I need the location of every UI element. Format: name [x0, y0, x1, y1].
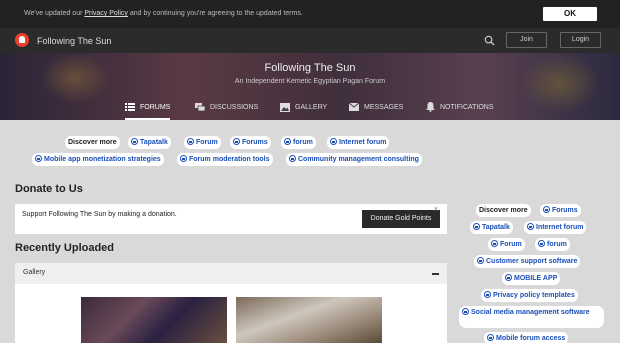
tag-chip-label: Forums — [552, 207, 578, 214]
tag-chip[interactable]: Forum moderation tools — [177, 153, 273, 166]
gallery-label: Gallery — [23, 269, 46, 276]
discover-more-label: Discover more — [476, 204, 531, 217]
tag-chip-label: Mobile forum access — [496, 335, 566, 342]
bell-icon — [426, 102, 435, 113]
tag-chip-label: Community management consulting — [298, 156, 419, 163]
tab-gallery[interactable]: GALLERY — [280, 95, 327, 120]
tab-notifications[interactable]: NOTIFICATIONS — [426, 95, 494, 120]
tag-chip[interactable]: forum — [535, 238, 570, 251]
plus-circle-icon — [477, 257, 484, 264]
envelope-icon — [349, 103, 359, 112]
plus-circle-icon — [538, 240, 545, 247]
plus-circle-icon — [473, 223, 480, 230]
plus-circle-icon — [180, 155, 187, 162]
tag-chip-label: Tapatalk — [140, 139, 168, 146]
cookie-text: We've updated our Privacy Policy and by … — [24, 10, 303, 17]
tag-chip[interactable]: Tapatalk — [470, 221, 513, 234]
tab-discussions-label: DISCUSSIONS — [210, 104, 259, 111]
plus-circle-icon — [487, 334, 494, 341]
image-icon — [280, 102, 290, 112]
tag-chip-label: Forum — [196, 139, 218, 146]
tag-chip-label: Mobile app monetization strategies — [44, 156, 161, 163]
tag-chip[interactable]: Community management consulting — [286, 153, 422, 166]
gallery-thumbnail[interactable] — [81, 297, 227, 343]
plus-circle-icon — [35, 155, 42, 162]
plus-circle-icon — [330, 138, 337, 145]
tab-forums-label: FORUMS — [140, 104, 171, 111]
tag-chip[interactable]: Privacy policy templates — [481, 289, 578, 302]
join-button[interactable]: Join — [506, 32, 547, 48]
tag-chip-label: Privacy policy templates — [493, 292, 575, 299]
tab-messages-label: MESSAGES — [364, 104, 404, 111]
chat-icon — [195, 102, 205, 112]
tag-chip[interactable]: Forum — [488, 238, 525, 251]
tag-chip[interactable]: Customer support software — [474, 255, 581, 268]
tag-chip[interactable]: forum — [281, 136, 316, 149]
banner-subtitle: An Independent Kemetic Egyptian Pagan Fo… — [234, 78, 386, 85]
gallery-thumbnails — [15, 284, 447, 343]
collapse-icon[interactable] — [432, 273, 439, 275]
gallery-header[interactable]: Gallery — [15, 263, 447, 284]
tag-chip[interactable]: Social media management software — [459, 306, 604, 328]
tag-chip-label: Internet forum — [536, 224, 584, 231]
tag-chip[interactable]: Forums — [540, 204, 581, 217]
tag-chip[interactable]: MOBILE APP — [502, 272, 561, 285]
gallery-thumbnail[interactable] — [236, 297, 382, 343]
privacy-policy-link[interactable]: Privacy Policy — [84, 10, 128, 17]
search-icon[interactable] — [484, 35, 495, 46]
tag-chip[interactable]: Internet forum — [524, 221, 587, 234]
tag-chip[interactable]: Mobile app monetization strategies — [32, 153, 164, 166]
banner-title: Following The Sun — [264, 62, 356, 74]
forum-tabs: FORUMS DISCUSSIONS GALLERY MESSAGES NOTI… — [0, 95, 620, 120]
recently-uploaded-title: Recently Uploaded — [15, 242, 115, 254]
close-icon[interactable]: x — [434, 206, 438, 213]
cookie-ok-button[interactable]: OK — [543, 7, 597, 21]
plus-circle-icon — [505, 274, 512, 281]
cookie-text-before: We've updated our — [24, 10, 85, 17]
tag-chip[interactable]: Tapatalk — [128, 136, 171, 149]
tag-chip-label: Social media management software — [471, 309, 590, 316]
tag-chip-label: Forum moderation tools — [189, 156, 270, 163]
tag-chip-label: Customer support software — [486, 258, 578, 265]
tag-chip[interactable]: Forums — [230, 136, 271, 149]
donate-title: Donate to Us — [15, 183, 83, 195]
tab-discussions[interactable]: DISCUSSIONS — [195, 95, 258, 120]
plus-circle-icon — [284, 138, 291, 145]
top-navigation: Following The Sun Join Login — [0, 28, 620, 53]
tab-messages[interactable]: MESSAGES — [349, 95, 403, 120]
discover-more-label: Discover more — [65, 136, 120, 149]
tab-forums[interactable]: FORUMS — [125, 95, 171, 120]
tag-chip-label: MOBILE APP — [514, 275, 558, 282]
tag-chip[interactable]: Internet forum — [327, 136, 390, 149]
tag-chip[interactable]: Mobile forum access — [484, 332, 569, 343]
donate-gold-points-button[interactable]: Donate Gold Points — [362, 210, 440, 228]
plus-circle-icon — [491, 240, 498, 247]
plus-circle-icon — [543, 206, 550, 213]
plus-circle-icon — [527, 223, 534, 230]
tag-chip-label: Forum — [500, 241, 522, 248]
tag-chip-label: forum — [547, 241, 567, 248]
tag-chip-label: Internet forum — [339, 139, 387, 146]
cookie-text-after: and by continuing you're agreeing to the… — [127, 10, 303, 17]
site-logo-icon[interactable] — [15, 33, 29, 47]
plus-circle-icon — [289, 155, 296, 162]
plus-circle-icon — [484, 291, 491, 298]
forum-banner: Following The Sun An Independent Kemetic… — [0, 53, 620, 120]
cookie-banner: We've updated our Privacy Policy and by … — [0, 0, 620, 28]
tab-notifications-label: NOTIFICATIONS — [440, 104, 494, 111]
tag-chip-label: forum — [293, 139, 313, 146]
tag-chip-label: Forums — [242, 139, 268, 146]
plus-circle-icon — [233, 138, 240, 145]
plus-circle-icon — [131, 138, 138, 145]
list-icon — [125, 103, 135, 112]
tag-chip[interactable]: Forum — [184, 136, 221, 149]
tab-gallery-label: GALLERY — [295, 104, 328, 111]
donate-box: Support Following The Sun by making a do… — [15, 204, 447, 234]
login-button[interactable]: Login — [560, 32, 601, 48]
plus-circle-icon — [462, 308, 469, 315]
plus-circle-icon — [187, 138, 194, 145]
donate-text: Support Following The Sun by making a do… — [22, 211, 177, 218]
site-name[interactable]: Following The Sun — [37, 36, 111, 46]
tag-chip-label: Tapatalk — [482, 224, 510, 231]
